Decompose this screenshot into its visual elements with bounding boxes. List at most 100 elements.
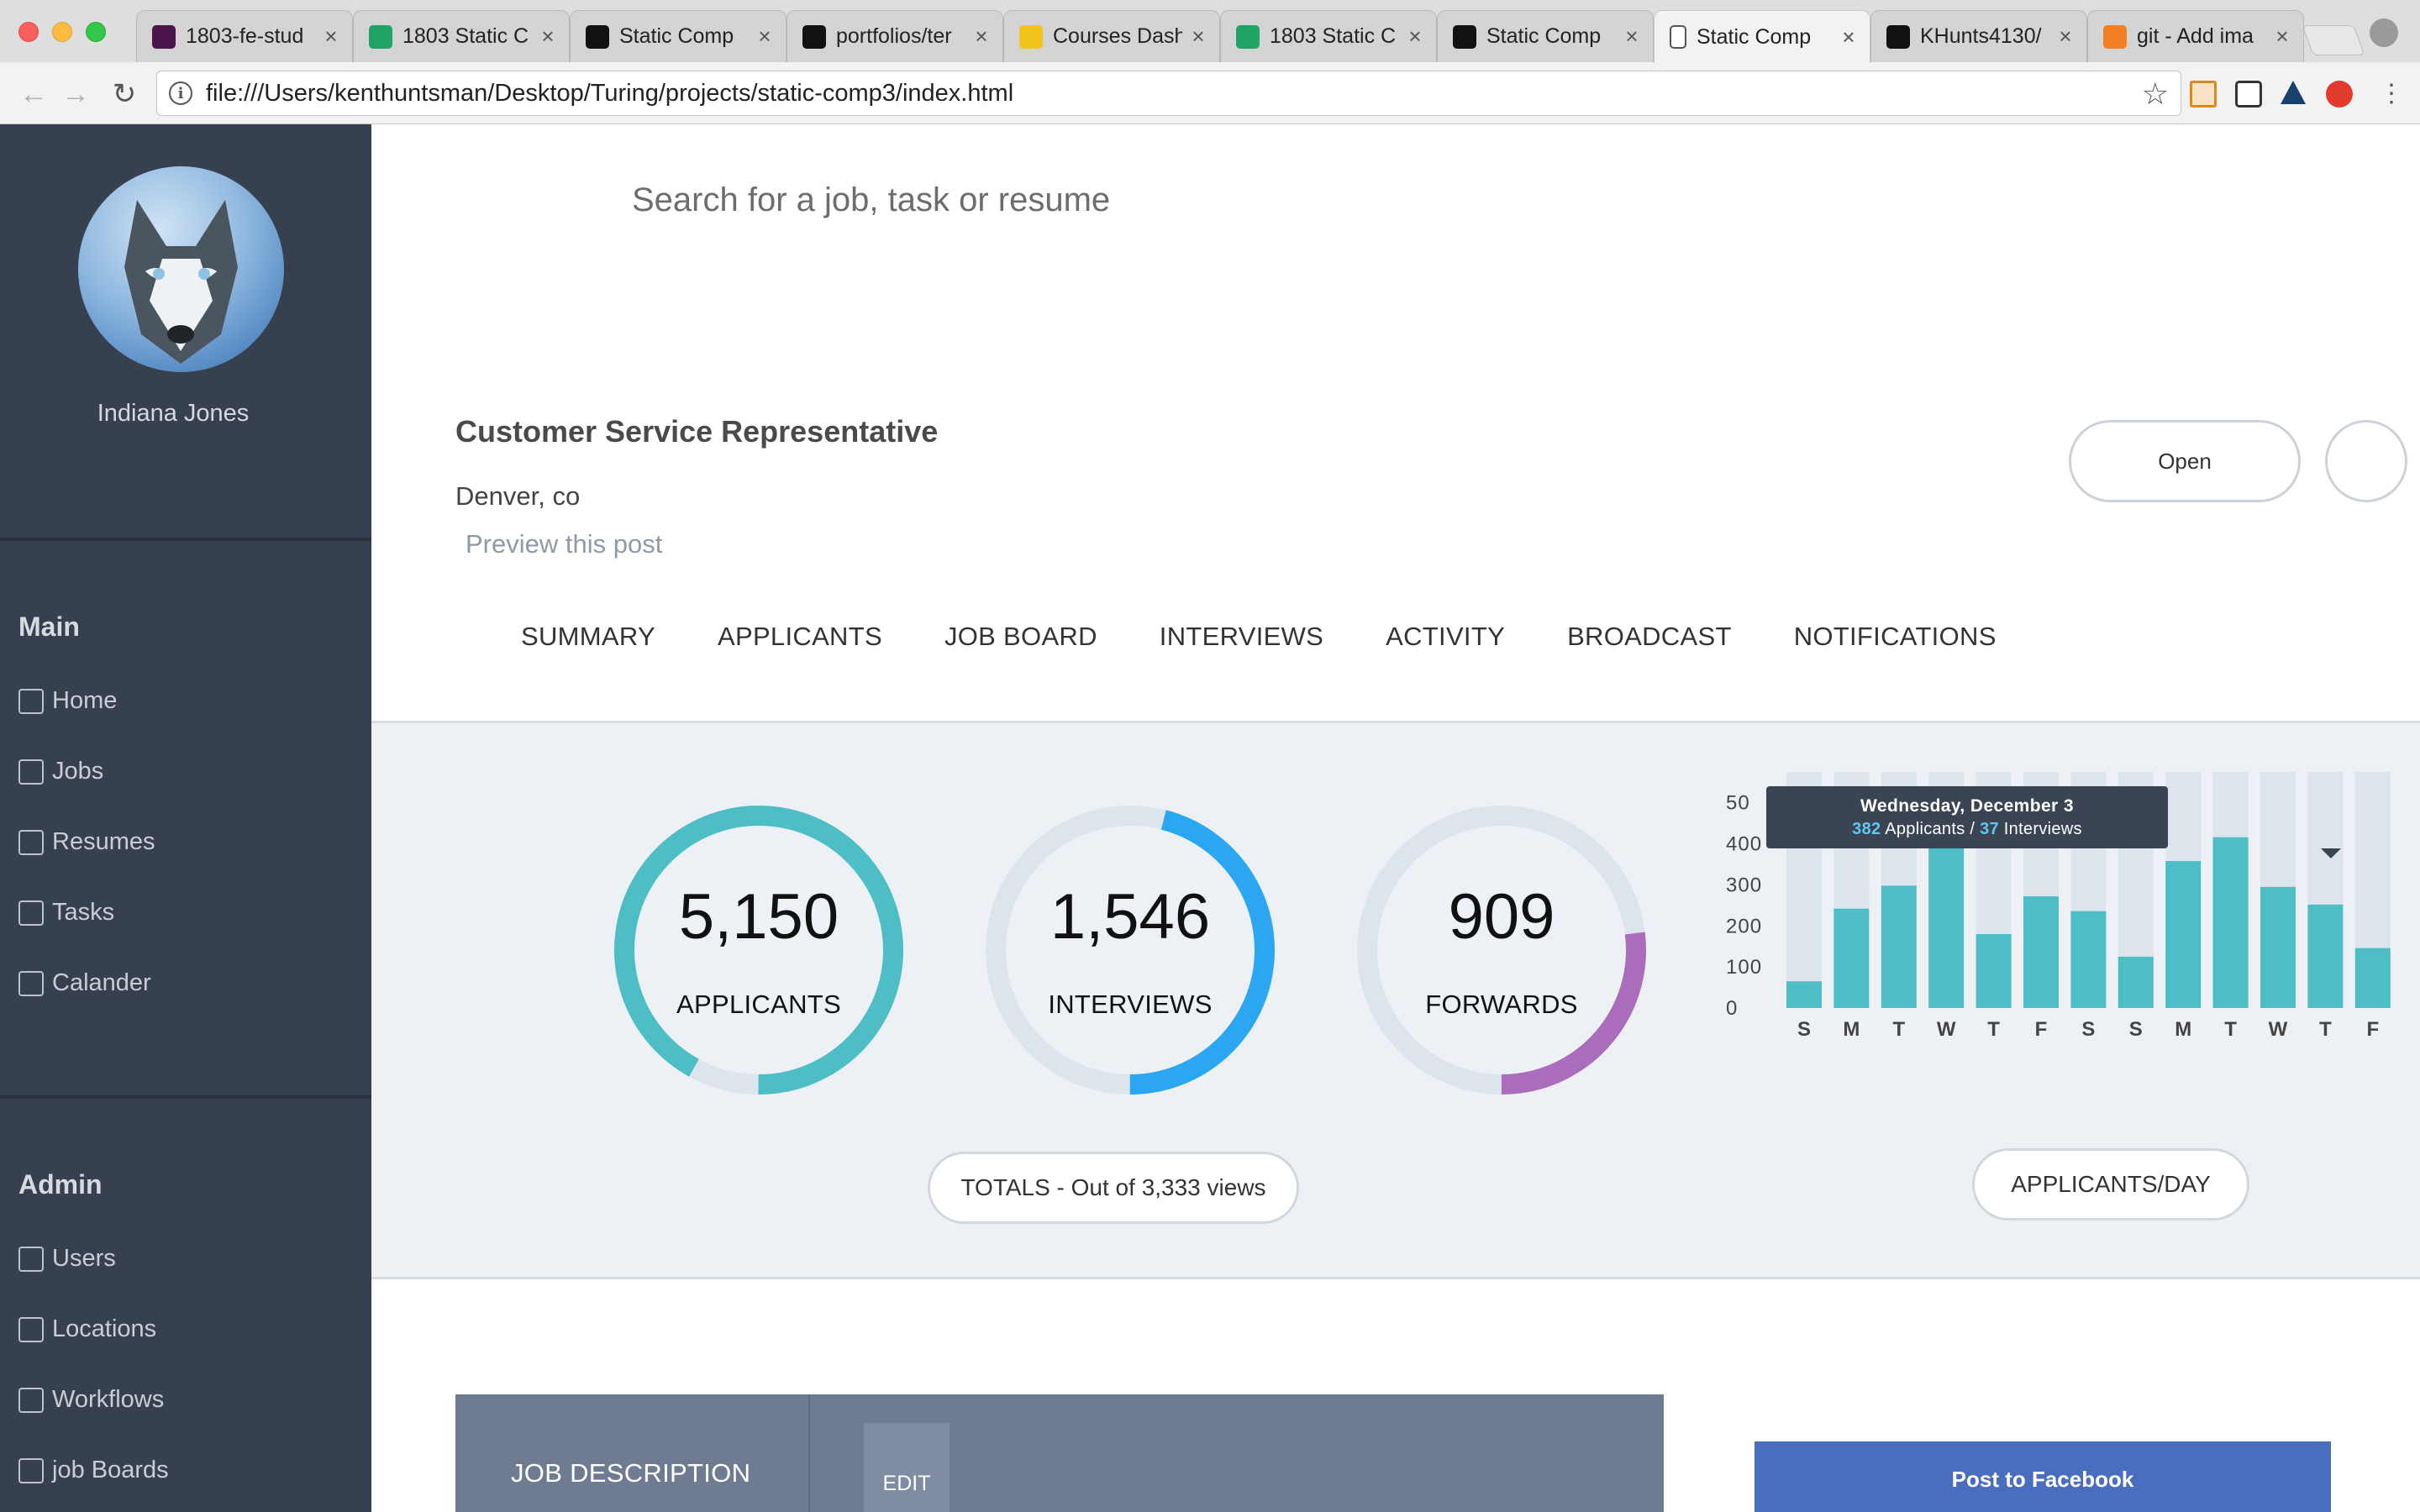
job-title: Customer Service Representative <box>455 414 939 449</box>
browser-tab[interactable]: Courses Dash × <box>1003 10 1220 62</box>
profile-icon[interactable] <box>2370 18 2398 47</box>
browser-tab[interactable]: 1803 Static C × <box>1220 10 1437 62</box>
bar[interactable] <box>1881 885 1917 1008</box>
browser-tab[interactable]: portfolios/ter × <box>786 10 1003 62</box>
tab-broadcast[interactable]: BROADCAST <box>1567 622 1732 652</box>
browser-tab[interactable]: Static Comp × <box>1437 10 1654 62</box>
browser-tab[interactable]: KHunts4130/ × <box>1870 10 2087 62</box>
stats-panel: 5,150 APPLICANTS 1,546 INTERVIEWS 909 FORWARD… <box>371 723 2420 1279</box>
avatar[interactable] <box>78 166 284 372</box>
clipboard-icon <box>18 1457 44 1483</box>
bar[interactable] <box>1928 839 1965 1008</box>
job-description-panel: JOB DESCRIPTION EDIT <box>455 1394 1664 1512</box>
new-tab-button[interactable] <box>2302 25 2365 55</box>
preview-post-link[interactable]: Preview this post <box>466 529 662 559</box>
x-tick-label: M <box>2175 1018 2191 1041</box>
back-arrow-icon[interactable]: ← <box>17 77 50 111</box>
close-tab-icon[interactable]: × <box>1839 24 1858 50</box>
job-tabs: SUMMARY APPLICANTS JOB BOARD INTERVIEWS ACTI… <box>521 622 2059 652</box>
browser-tab[interactable]: 1803 Static C × <box>353 10 570 62</box>
bar[interactable] <box>2354 948 2391 1008</box>
tab-job-board[interactable]: JOB BOARD <box>944 622 1097 652</box>
post-to-facebook-button[interactable]: Post to Facebook <box>1754 1441 2331 1512</box>
close-tab-icon[interactable]: × <box>2273 24 2291 50</box>
bar[interactable] <box>2023 896 2059 1008</box>
address-bar[interactable]: i file:///Users/kenthuntsman/Desktop/Tur… <box>156 71 2181 116</box>
totals-button[interactable]: TOTALS - Out of 3,333 views <box>928 1152 1299 1224</box>
sidebar-item-resumes[interactable]: Resumes <box>18 828 155 856</box>
menu-kebab-icon[interactable]: ⋮ <box>2375 77 2408 111</box>
extension-axe-icon[interactable] <box>2281 81 2306 104</box>
sidebar-item-locations[interactable]: Locations <box>18 1315 156 1343</box>
bar[interactable] <box>1833 908 1870 1008</box>
bar[interactable] <box>1975 934 2012 1008</box>
tab-applicants[interactable]: APPLICANTS <box>718 622 882 652</box>
edit-button[interactable]: EDIT <box>864 1423 950 1512</box>
stat-value: 909 <box>1448 881 1555 953</box>
briefcase-icon <box>18 759 44 785</box>
admin-section-heading: Admin <box>18 1169 103 1200</box>
extension-ruler-icon[interactable] <box>2190 81 2217 108</box>
github-icon <box>1886 24 1910 49</box>
sidebar-item-calander[interactable]: Calander <box>18 969 151 997</box>
bar[interactable] <box>2260 886 2296 1008</box>
sidebar-item-tasks[interactable]: Tasks <box>18 899 114 927</box>
job-action-round-button[interactable] <box>2325 420 2407 502</box>
job-status-open-button[interactable]: Open <box>2069 420 2301 502</box>
github-icon <box>802 24 826 49</box>
browser-tab[interactable]: 1803-fe-stud × <box>136 10 353 62</box>
url-text: file:///Users/kenthuntsman/Desktop/Turin… <box>206 79 1014 107</box>
browser-tab-title: portfolios/ter <box>836 24 952 48</box>
close-tab-icon[interactable]: × <box>1189 24 1207 50</box>
forward-arrow-icon[interactable]: → <box>59 77 92 111</box>
close-tab-icon[interactable]: × <box>755 24 774 50</box>
extension-tomato-icon[interactable] <box>2326 81 2353 108</box>
close-tab-icon[interactable]: × <box>1623 24 1641 50</box>
applicants-per-day-button[interactable]: APPLICANTS/DAY <box>1972 1148 2249 1221</box>
close-tab-icon[interactable]: × <box>972 24 991 50</box>
bookmark-star-icon[interactable]: ☆ <box>2142 76 2169 112</box>
bar[interactable] <box>2212 837 2249 1008</box>
tab-activity[interactable]: ACTIVITY <box>1386 622 1505 652</box>
browser-tab[interactable]: git - Add ima × <box>2087 10 2304 62</box>
sidebar-item-job-boards[interactable]: job Boards <box>18 1457 169 1484</box>
minimize-window-button[interactable] <box>52 22 72 42</box>
extension-screenshot-icon[interactable] <box>2235 81 2262 108</box>
sidebar-item-users[interactable]: Users <box>18 1245 116 1273</box>
sidebar-item-label: Resumes <box>52 828 155 855</box>
tooltip-arrow <box>2321 848 2341 858</box>
bar[interactable] <box>1786 981 1822 1008</box>
sidebar-item-workflows[interactable]: Workflows <box>18 1386 164 1414</box>
maximize-window-button[interactable] <box>86 22 106 42</box>
close-tab-icon[interactable]: × <box>539 24 557 50</box>
y-tick-label: 200 <box>1726 915 1762 937</box>
x-tick-label: T <box>2224 1018 2237 1041</box>
close-tab-icon[interactable]: × <box>2056 24 2075 50</box>
reload-icon[interactable]: ↻ <box>108 77 141 111</box>
y-tick-label: 50 <box>1726 792 1750 815</box>
close-tab-icon[interactable]: × <box>1406 24 1424 50</box>
info-icon[interactable]: i <box>169 81 192 105</box>
sidebar-item-jobs[interactable]: Jobs <box>18 758 103 785</box>
browser-tab-title: Static Comp <box>1486 24 1602 48</box>
main-section-heading: Main <box>18 612 80 642</box>
file-icon <box>1670 25 1686 49</box>
bar[interactable] <box>2118 956 2154 1008</box>
browser-tab-title: Static Comp <box>1697 24 1812 49</box>
sidebar-item-label: Calander <box>52 969 151 996</box>
tab-notifications[interactable]: NOTIFICATIONS <box>1794 622 1996 652</box>
browser-tab[interactable]: Static Comp × <box>570 10 786 62</box>
tab-interviews[interactable]: INTERVIEWS <box>1160 622 1323 652</box>
close-window-button[interactable] <box>18 22 39 42</box>
sidebar-item-home[interactable]: Home <box>18 687 117 715</box>
browser-tab[interactable]: Static Comp × <box>1654 10 1870 63</box>
close-tab-icon[interactable]: × <box>322 24 340 50</box>
bar[interactable] <box>2165 861 2202 1008</box>
bar[interactable] <box>2070 911 2107 1008</box>
search-input[interactable] <box>632 175 1640 225</box>
bar[interactable] <box>2307 904 2344 1008</box>
tab-summary[interactable]: SUMMARY <box>521 622 655 652</box>
job-description-header: JOB DESCRIPTION <box>455 1394 810 1512</box>
x-tick-label: F <box>2366 1018 2379 1041</box>
y-tick-label: 400 <box>1726 833 1762 856</box>
